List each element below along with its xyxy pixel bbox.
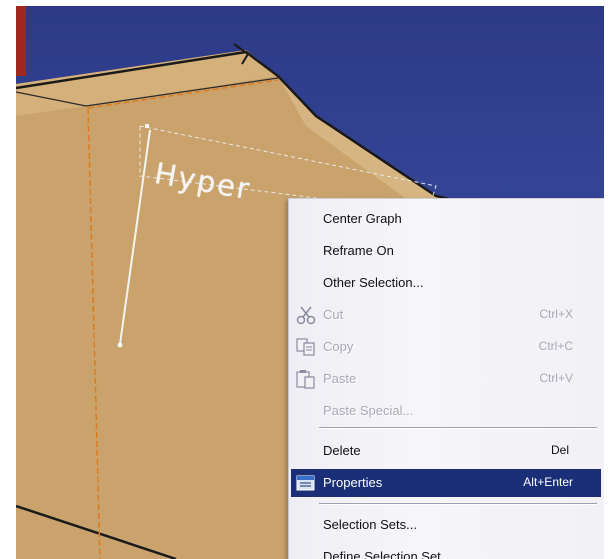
- menu-item-shortcut: Del: [550, 443, 569, 457]
- menu-separator: [319, 427, 597, 429]
- menu-item-label: Delete: [323, 443, 361, 458]
- menu-item-label: Other Selection...: [323, 275, 424, 290]
- menu-item-paste[interactable]: Paste Ctrl+V: [291, 365, 599, 393]
- menu-item-label: Reframe On: [323, 243, 394, 258]
- menu-item-shortcut: Ctrl+X: [539, 307, 573, 321]
- menu-item-label: Properties: [323, 475, 383, 490]
- menu-item-label: Copy: [323, 339, 354, 354]
- menu-separator: [319, 503, 597, 505]
- paste-icon: [295, 369, 317, 389]
- menu-item-selection-sets[interactable]: Selection Sets...: [291, 511, 599, 539]
- leader-anchor: [117, 342, 123, 348]
- menu-item-label: Center Graph: [323, 211, 402, 226]
- window-corner-decoration: [16, 6, 26, 76]
- menu-item-define-selection-set[interactable]: Define Selection Set: [291, 543, 599, 559]
- menu-item-delete[interactable]: Delete Del: [291, 437, 599, 465]
- menu-item-cut[interactable]: Cut Ctrl+X: [291, 301, 599, 329]
- menu-item-shortcut: Ctrl+C: [538, 339, 573, 353]
- properties-icon: [295, 473, 317, 493]
- menu-item-label: Selection Sets...: [323, 517, 417, 532]
- scissors-icon: [295, 305, 317, 325]
- menu-item-paste-special[interactable]: Paste Special...: [291, 397, 599, 425]
- menu-item-other-selection[interactable]: Other Selection...: [291, 269, 599, 297]
- menu-item-shortcut: Alt+Enter: [523, 475, 573, 489]
- menu-item-copy[interactable]: Copy Ctrl+C: [291, 333, 599, 361]
- application-frame: Hyper Center Graph Reframe On Other Sele…: [16, 6, 604, 559]
- menu-item-shortcut: Ctrl+V: [539, 371, 573, 385]
- annotation-handle[interactable]: [145, 124, 149, 128]
- context-menu: Center Graph Reframe On Other Selection.…: [288, 198, 604, 559]
- menu-item-label: Paste: [323, 371, 357, 386]
- menu-item-properties[interactable]: Properties Alt+Enter: [291, 469, 601, 497]
- menu-item-label: Define Selection Set: [323, 549, 441, 559]
- menu-item-label: Paste Special...: [323, 403, 414, 418]
- menu-item-center-graph[interactable]: Center Graph: [291, 205, 599, 233]
- menu-item-reframe-on[interactable]: Reframe On: [291, 237, 599, 265]
- menu-item-label: Cut: [323, 307, 344, 322]
- copy-icon: [295, 337, 317, 357]
